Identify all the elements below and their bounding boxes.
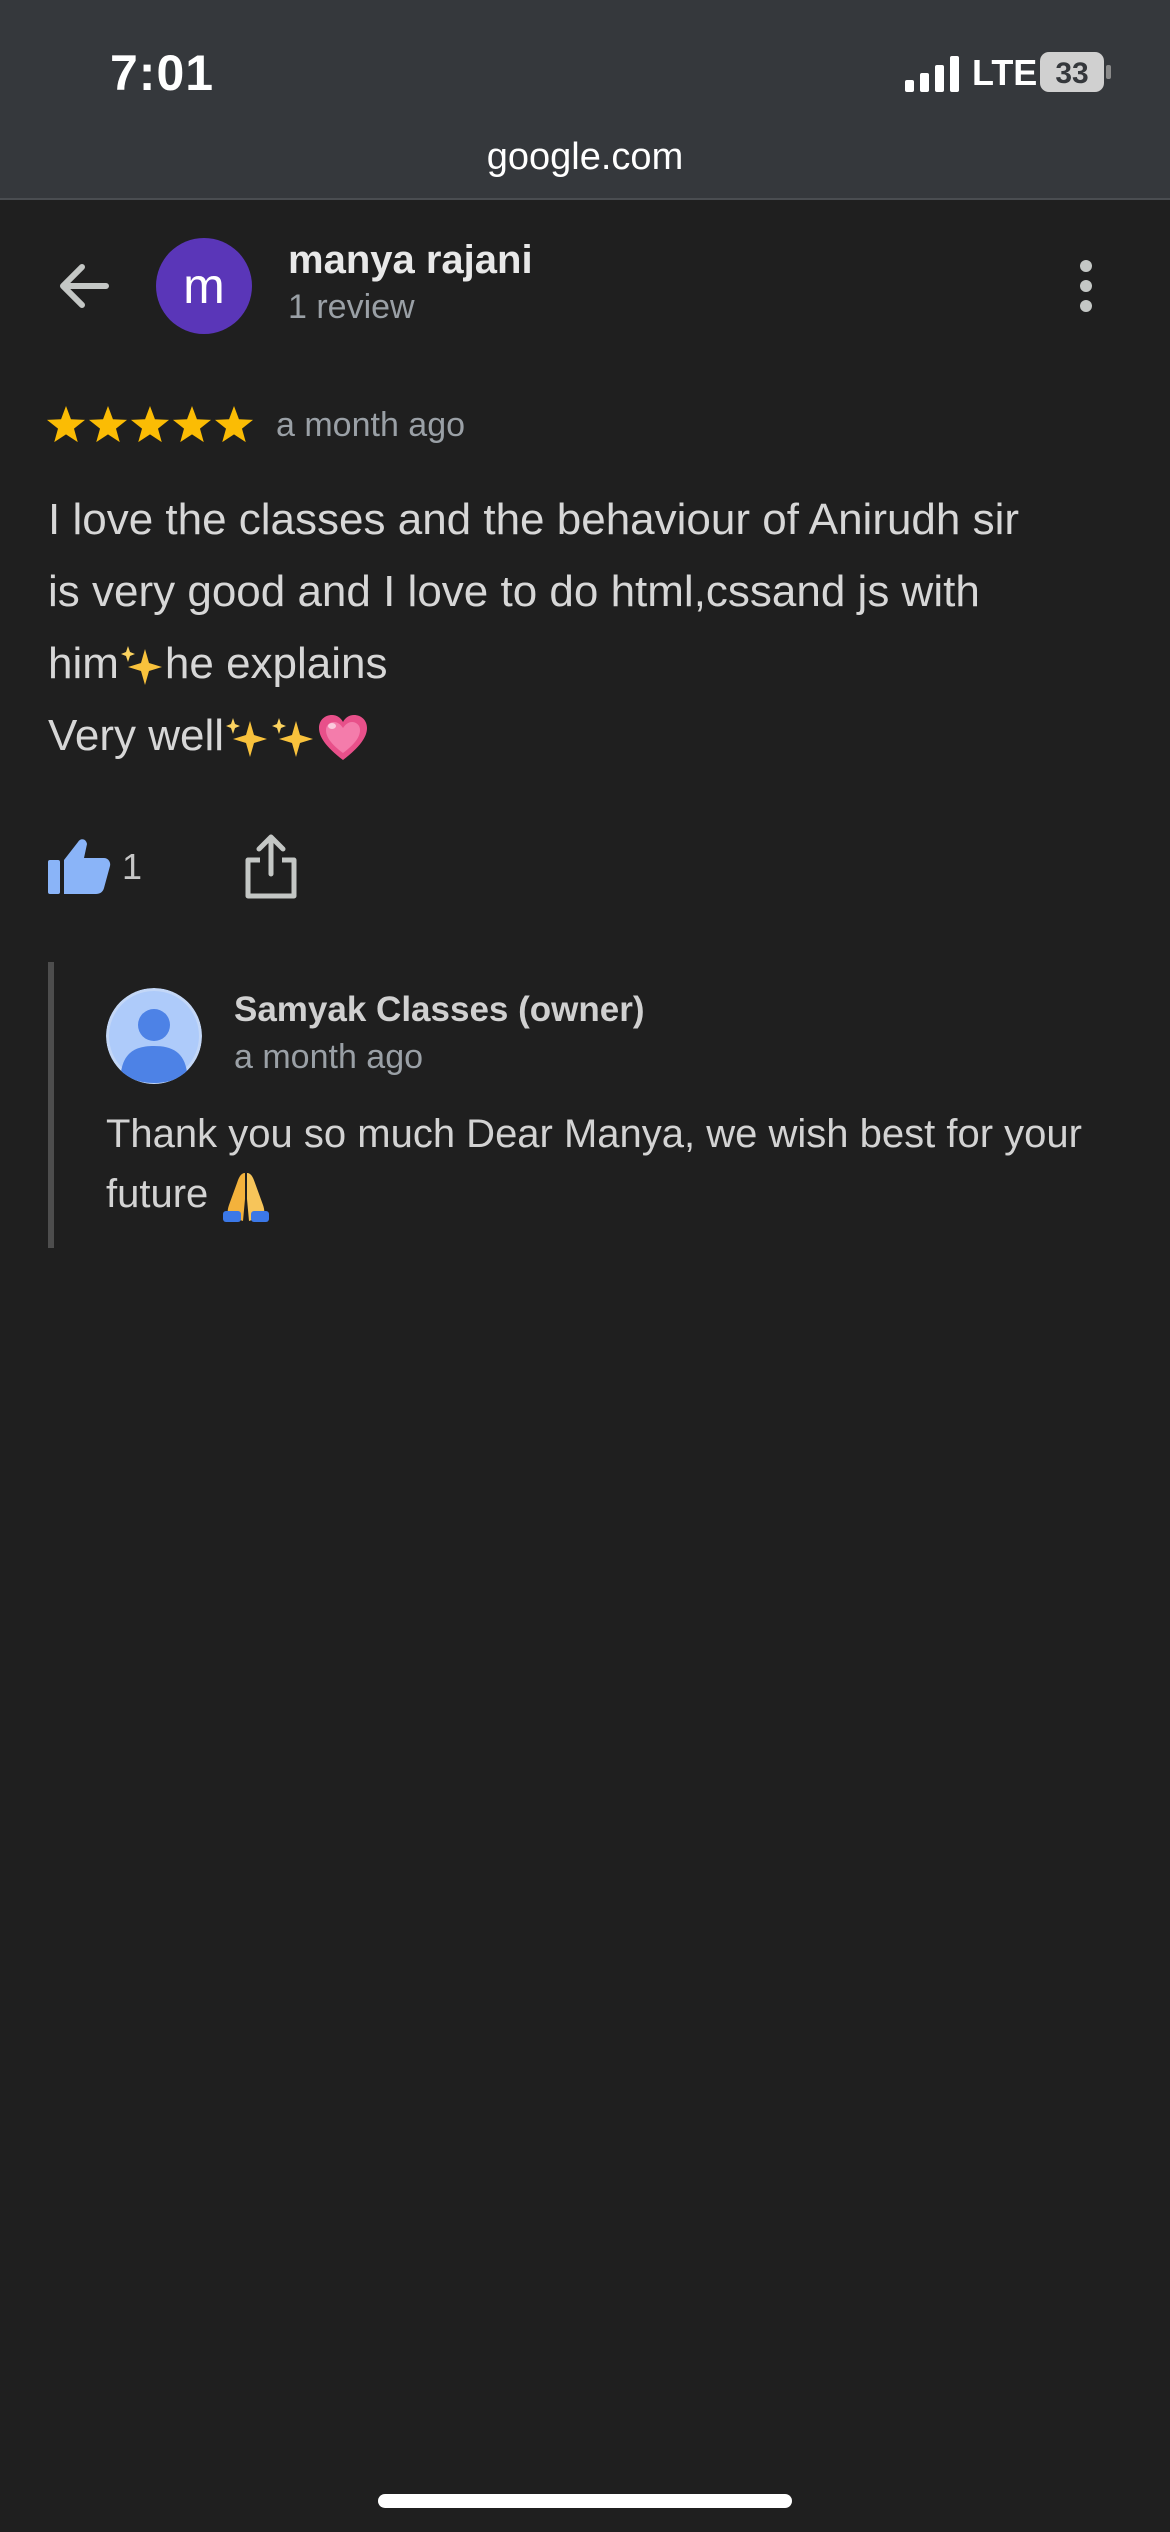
star-icon xyxy=(214,406,254,443)
more-vert-icon[interactable] xyxy=(1062,254,1110,318)
review-line: is very good and I love to do html,cssan… xyxy=(48,567,980,616)
folded-hands-emoji-icon xyxy=(223,1173,270,1223)
review-line-segment: Very well xyxy=(48,711,225,760)
home-indicator[interactable] xyxy=(378,2494,792,2508)
status-time: 7:01 xyxy=(110,45,215,101)
owner-avatar-icon[interactable] xyxy=(106,988,202,1084)
reviewer-review-count: 1 review xyxy=(288,288,415,326)
review-line-segment: he explains xyxy=(164,639,388,688)
status-bar: 7:01 LTE 33 google.com xyxy=(0,0,1170,200)
star-rating xyxy=(46,406,254,443)
sparkles-emoji-icon xyxy=(120,646,162,686)
review-line: Very well xyxy=(48,700,1128,772)
like-count: 1 xyxy=(122,846,143,887)
review-header: m manya rajani 1 review xyxy=(0,230,1170,340)
owner-reply-text: Thank you so much Dear Manya, we wish be… xyxy=(106,1104,1106,1224)
review-line-segment: him xyxy=(48,639,119,688)
arrow-left-icon[interactable] xyxy=(52,254,116,318)
share-icon[interactable] xyxy=(240,832,302,900)
battery-icon: 33 xyxy=(1040,52,1111,92)
thumbs-up-icon[interactable] xyxy=(46,836,112,896)
avatar-letter: m xyxy=(183,258,225,314)
star-icon xyxy=(130,406,170,443)
battery-level: 33 xyxy=(1055,57,1088,90)
network-type: LTE xyxy=(972,52,1038,93)
star-icon xyxy=(46,406,86,443)
review-text: I love the classes and the behaviour of … xyxy=(48,484,1128,772)
reviewer-name[interactable]: manya rajani xyxy=(288,238,533,283)
sparkles-emoji-icon xyxy=(226,718,268,758)
review-line: him he explains xyxy=(48,628,1128,700)
star-icon xyxy=(88,406,128,443)
star-icon xyxy=(172,406,212,443)
pink-heart-emoji-icon xyxy=(319,715,368,761)
review-line: I love the classes and the behaviour of … xyxy=(48,495,1020,544)
owner-name: Samyak Classes (owner) xyxy=(234,990,645,1029)
cellular-signal-icon xyxy=(905,56,959,92)
sparkles-emoji-icon xyxy=(272,718,314,758)
reviewer-avatar[interactable]: m xyxy=(156,238,252,334)
review-time: a month ago xyxy=(276,406,466,444)
rating-row: a month ago xyxy=(46,402,946,452)
owner-reply-time: a month ago xyxy=(234,1038,424,1076)
owner-reply: Samyak Classes (owner) a month ago Thank… xyxy=(48,962,1134,1248)
browser-url[interactable]: google.com xyxy=(0,136,1170,179)
